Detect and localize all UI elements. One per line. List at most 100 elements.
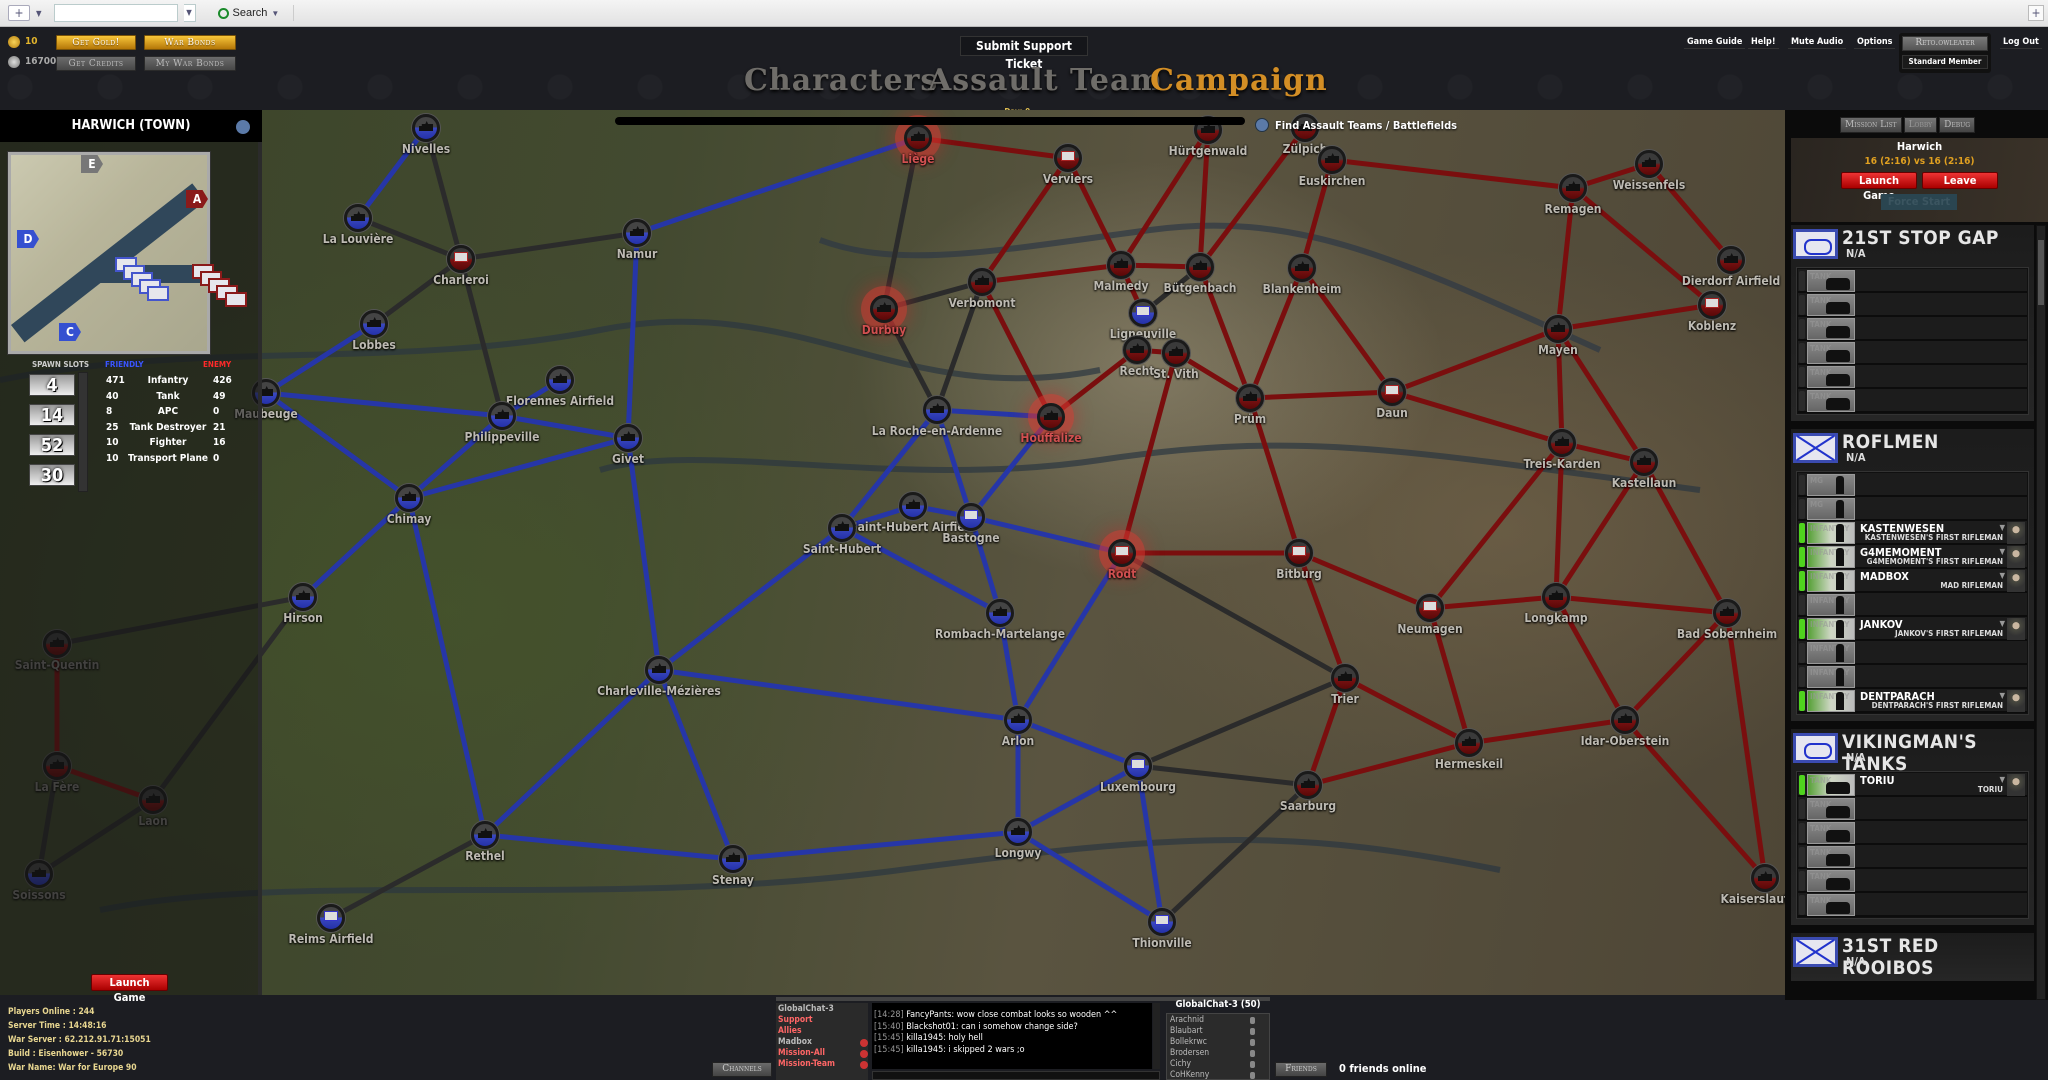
chat-channel[interactable]: Madbox [778, 1037, 812, 1047]
spawn-slot-mg[interactable]: 14 [29, 404, 75, 426]
address-dropdown[interactable]: ▼ [183, 4, 196, 22]
tab-assault-team[interactable]: Assault Team [928, 63, 1163, 98]
map-city-saint-hubert-airfield[interactable] [899, 492, 927, 520]
map-city-neumagen[interactable] [1416, 594, 1444, 622]
team-slot[interactable]: TANK [1798, 317, 2027, 341]
user-menu-icon[interactable] [1250, 1028, 1255, 1035]
enemy-unit-icon[interactable] [225, 292, 247, 307]
map-city-durbuy[interactable] [870, 295, 898, 323]
get-credits-button[interactable]: Get Credits [56, 56, 136, 71]
tab-mission-list[interactable]: Mission List [1840, 117, 1902, 133]
spawn-slot-rifle[interactable]: 52 [29, 434, 75, 456]
user-menu-icon[interactable] [1250, 1050, 1255, 1057]
map-city-idar-oberstein[interactable] [1611, 706, 1639, 734]
mute-audio-link[interactable]: Mute Audio [1788, 36, 1847, 49]
campaign-map[interactable]: Nivelles La Louvière Charleroi Namur Lobbes F… [0, 110, 1785, 995]
team-slot[interactable]: INFANTRY [1798, 593, 2027, 617]
map-city-st-vith[interactable] [1162, 339, 1190, 367]
objective-flag-e[interactable]: E [81, 155, 103, 173]
team-slot[interactable]: INFANTRY [1798, 665, 2027, 689]
map-city-givet[interactable] [614, 424, 642, 452]
map-city-recht[interactable] [1123, 336, 1151, 364]
game-guide-link[interactable]: Game Guide [1684, 36, 1746, 49]
map-city-longwy[interactable] [1004, 818, 1032, 846]
map-city-houffalize[interactable] [1037, 403, 1065, 431]
map-city-daun[interactable] [1378, 378, 1406, 406]
close-icon[interactable] [860, 1061, 868, 1069]
map-city-weissenfels[interactable] [1635, 150, 1663, 178]
get-gold-button[interactable]: Get Gold! [56, 35, 136, 50]
tab-lobby[interactable]: Lobby [1903, 117, 1938, 133]
find-assault-teams-button[interactable]: Find Assault Teams / Battlefields [1255, 115, 1457, 135]
tab-debug[interactable]: Debug [1939, 117, 1975, 133]
map-city-stenay[interactable] [719, 845, 747, 873]
map-city-malmedy[interactable] [1107, 251, 1135, 279]
team-slot[interactable]: TANK TORIU ▼ TORIU [1798, 773, 2027, 797]
map-city-verbomont[interactable] [968, 268, 996, 296]
map-city-li-ge[interactable] [904, 124, 932, 152]
user-menu-icon[interactable] [1250, 1039, 1255, 1046]
chat-scrollbar[interactable] [1153, 1003, 1160, 1069]
options-link[interactable]: Options [1854, 36, 1896, 49]
new-tab-button[interactable]: + [8, 5, 30, 21]
add-button[interactable]: + [2028, 5, 2044, 21]
team-slot[interactable]: INFANTRY JANKOV ▼ JANKOV'S FIRST RIFLEMAN [1798, 617, 2027, 641]
team-list-scrollbar[interactable] [2036, 225, 2046, 1000]
map-city-reims-airfield[interactable] [317, 904, 345, 932]
close-icon[interactable] [860, 1039, 868, 1047]
chat-user[interactable]: Cichy [1170, 1059, 1191, 1069]
scrollbar-thumb[interactable] [2038, 240, 2044, 305]
map-city-bad-sobernheim[interactable] [1713, 599, 1741, 627]
spawn-slot-tank[interactable]: 30 [29, 464, 75, 486]
lobby-launch-game-button[interactable]: Launch Game [1841, 172, 1917, 202]
map-city-charleville-m-zi-res[interactable] [645, 656, 673, 684]
map-city-hirson[interactable] [289, 583, 317, 611]
channels-button[interactable]: Channels [712, 1062, 772, 1077]
map-city-saint-hubert[interactable] [828, 514, 856, 542]
objective-flag-c[interactable]: C [59, 323, 81, 341]
team-slot[interactable]: INFANTRY [1798, 641, 2027, 665]
map-city-blankenheim[interactable] [1288, 254, 1316, 282]
spawn-slots-scrollbar[interactable] [78, 372, 88, 492]
spawn-slot-recon[interactable]: 4 [29, 374, 75, 396]
map-city-thionville[interactable] [1148, 908, 1176, 936]
team-slot[interactable]: TANK [1798, 869, 2027, 893]
map-city-remagen[interactable] [1559, 174, 1587, 202]
help-link[interactable]: Help! [1748, 36, 1779, 49]
map-city-arlon[interactable] [1004, 706, 1032, 734]
chat-user[interactable]: Bollekrwc [1170, 1037, 1207, 1047]
team-slot[interactable]: TANK [1798, 293, 2027, 317]
battle-minimap[interactable]: E A D C [8, 152, 211, 354]
map-city-koblenz[interactable] [1698, 291, 1726, 319]
map-city-verviers[interactable] [1054, 144, 1082, 172]
map-city-pr-m[interactable] [1236, 384, 1264, 412]
map-city-namur[interactable] [623, 219, 651, 247]
chat-user[interactable]: Blaubart [1170, 1026, 1203, 1036]
map-city-rodt[interactable] [1108, 539, 1136, 567]
team-slot[interactable]: TANK [1798, 269, 2027, 293]
user-menu-icon[interactable] [1250, 1061, 1255, 1068]
map-city-lobbes[interactable] [360, 310, 388, 338]
map-city-hermeskeil[interactable] [1455, 729, 1483, 757]
tab-campaign[interactable]: Campaign [1150, 63, 1328, 98]
team-slot[interactable]: TANK [1798, 365, 2027, 389]
user-menu-icon[interactable] [1250, 1072, 1255, 1079]
map-city-kaiserslautern[interactable] [1751, 864, 1779, 892]
chat-user[interactable]: Brodersen [1170, 1048, 1209, 1058]
chat-channel[interactable]: Mission-Team [778, 1059, 835, 1069]
chat-input[interactable] [872, 1071, 1160, 1080]
search-button[interactable]: Search ▼ [217, 7, 279, 19]
team-slot[interactable]: INFANTRY KASTENWESEN ▼ KASTENWESEN'S FIRS… [1798, 521, 2027, 545]
username-button[interactable]: Reto.owleater [1902, 36, 1988, 51]
chat-channel[interactable]: Mission-All [778, 1048, 825, 1058]
chat-channel[interactable]: Support [778, 1015, 813, 1025]
map-city-trier[interactable] [1331, 664, 1359, 692]
close-icon[interactable] [860, 1050, 868, 1058]
friendly-unit-icon[interactable] [147, 286, 169, 301]
log-out-link[interactable]: Log Out [2000, 36, 2042, 49]
map-city-ligneuville[interactable] [1129, 299, 1157, 327]
zoom-icon[interactable] [236, 120, 250, 134]
team-slot[interactable]: MG [1798, 473, 2027, 497]
map-city-b-tgenbach[interactable] [1186, 253, 1214, 281]
map-city-bastogne[interactable] [957, 503, 985, 531]
